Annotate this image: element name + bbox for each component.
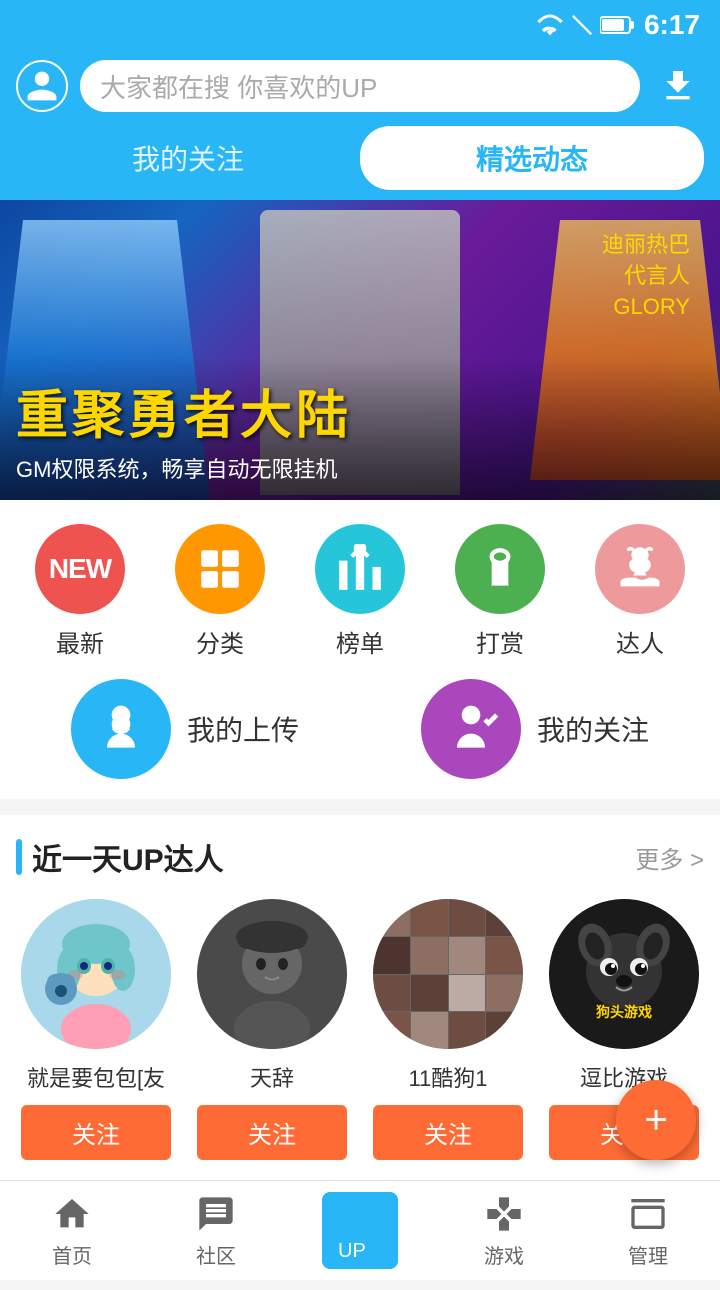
follow-button[interactable]: 关注 — [197, 1105, 347, 1160]
tab-bar: 我的关注 精选动态 — [0, 126, 720, 200]
menu-item-reward[interactable]: 打赏 — [455, 524, 545, 659]
up-section: 近一天UP达人 更多 > — [0, 815, 720, 1180]
avatar-grid — [373, 899, 523, 1049]
up-label: UP — [338, 1240, 366, 1262]
wifi-icon — [536, 14, 564, 36]
status-icons — [536, 14, 636, 36]
list-item: 11酷狗1 关注 — [368, 899, 528, 1160]
list-item: 就是要包包[友 关注 — [16, 899, 176, 1160]
community-label: 社区 — [196, 1240, 236, 1269]
manage-icon — [626, 1192, 670, 1236]
nav-item-up[interactable]: UP — [288, 1184, 432, 1277]
bottom-nav: 首页 社区 UP 游戏 — [0, 1180, 720, 1280]
section-header: 近一天UP达人 更多 > — [16, 835, 704, 879]
banner-label-name: 迪丽热巴 — [602, 230, 690, 261]
home-icon — [50, 1192, 94, 1236]
svg-text:狗头游戏: 狗头游戏 — [596, 1004, 652, 1020]
clock: 6:17 — [644, 9, 700, 41]
section-title-group: 近一天UP达人 — [16, 835, 224, 879]
search-bar[interactable]: 大家都在搜 你喜欢的UP — [80, 60, 640, 112]
section-indicator — [16, 839, 22, 875]
status-bar: 6:17 — [0, 0, 720, 50]
newest-label: 最新 — [56, 624, 104, 659]
follow-button[interactable]: 关注 — [373, 1105, 523, 1160]
download-button[interactable] — [652, 60, 704, 112]
nav-item-games[interactable]: 游戏 — [432, 1184, 576, 1277]
user-avatar-button[interactable] — [16, 60, 68, 112]
menu-item-ranking[interactable]: 榜单 — [315, 524, 405, 659]
menu-item-talent[interactable]: 达人 — [595, 524, 685, 659]
user-icon — [24, 68, 60, 104]
reward-icon — [455, 524, 545, 614]
talent-label: 达人 — [616, 624, 664, 659]
talent-icon — [595, 524, 685, 614]
category-label: 分类 — [196, 624, 244, 659]
creator-avatar — [373, 899, 523, 1049]
creator-avatar — [197, 899, 347, 1049]
download-icon — [658, 66, 698, 106]
menu-item-my-upload[interactable]: 我的上传 — [51, 679, 319, 779]
tab-selected[interactable]: 精选动态 — [360, 126, 704, 190]
more-link[interactable]: 更多 > — [635, 840, 704, 875]
fab-button[interactable]: + — [616, 1080, 696, 1160]
banner-label-game: GLORY — [602, 292, 690, 323]
manage-label: 管理 — [628, 1240, 668, 1269]
battery-icon — [600, 15, 636, 35]
banner-label-role: 代言人 — [602, 261, 690, 292]
creator-avatar: 狗头游戏 — [549, 899, 699, 1049]
menu-item-category[interactable]: 分类 — [175, 524, 265, 659]
my-upload-label: 我的上传 — [187, 709, 299, 749]
newest-icon: NEW — [35, 524, 125, 614]
nav-item-community[interactable]: 社区 — [144, 1184, 288, 1277]
home-label: 首页 — [52, 1240, 92, 1269]
tab-my-follow[interactable]: 我的关注 — [16, 126, 360, 190]
my-follow-icon — [421, 679, 521, 779]
banner[interactable]: 迪丽热巴 代言人 GLORY 重聚勇者大陆 GM权限系统，畅享自动无限挂机 — [0, 200, 720, 500]
up-highlight-box: UP — [322, 1192, 398, 1269]
quick-menu-row2: 我的上传 我的关注 — [10, 679, 710, 779]
section-title: 近一天UP达人 — [32, 835, 224, 879]
community-icon — [194, 1192, 238, 1236]
signal-icon — [570, 14, 594, 36]
nav-item-manage[interactable]: 管理 — [576, 1184, 720, 1277]
list-item: 天辞 关注 — [192, 899, 352, 1160]
ranking-label: 榜单 — [336, 624, 384, 659]
banner-subtitle: GM权限系统，畅享自动无限挂机 — [16, 452, 704, 484]
creator-avatar — [21, 899, 171, 1049]
banner-title: 重聚勇者大陆 — [16, 373, 704, 448]
up-creator-list: 就是要包包[友 关注 天辞 关注 — [16, 899, 704, 1160]
header: 大家都在搜 你喜欢的UP — [0, 50, 720, 126]
quick-menu: NEW 最新 分类 榜单 — [0, 500, 720, 799]
menu-item-my-follow[interactable]: 我的关注 — [401, 679, 669, 779]
games-icon — [482, 1192, 526, 1236]
menu-item-newest[interactable]: NEW 最新 — [35, 524, 125, 659]
follow-button[interactable]: 关注 — [21, 1105, 171, 1160]
banner-content: 重聚勇者大陆 GM权限系统，畅享自动无限挂机 — [0, 357, 720, 500]
creator-name: 11酷狗1 — [368, 1061, 528, 1093]
ranking-icon — [315, 524, 405, 614]
my-upload-icon — [71, 679, 171, 779]
reward-label: 打赏 — [476, 624, 524, 659]
creator-name: 就是要包包[友 — [16, 1061, 176, 1093]
nav-item-home[interactable]: 首页 — [0, 1184, 144, 1277]
fab-icon: + — [644, 1098, 667, 1143]
creator-name: 天辞 — [192, 1061, 352, 1093]
banner-label: 迪丽热巴 代言人 GLORY — [602, 230, 690, 322]
up-icon — [338, 1196, 382, 1240]
search-placeholder: 大家都在搜 你喜欢的UP — [100, 68, 377, 105]
games-label: 游戏 — [484, 1240, 524, 1269]
quick-menu-row1: NEW 最新 分类 榜单 — [10, 524, 710, 659]
category-icon — [175, 524, 265, 614]
my-follow-label: 我的关注 — [537, 709, 649, 749]
